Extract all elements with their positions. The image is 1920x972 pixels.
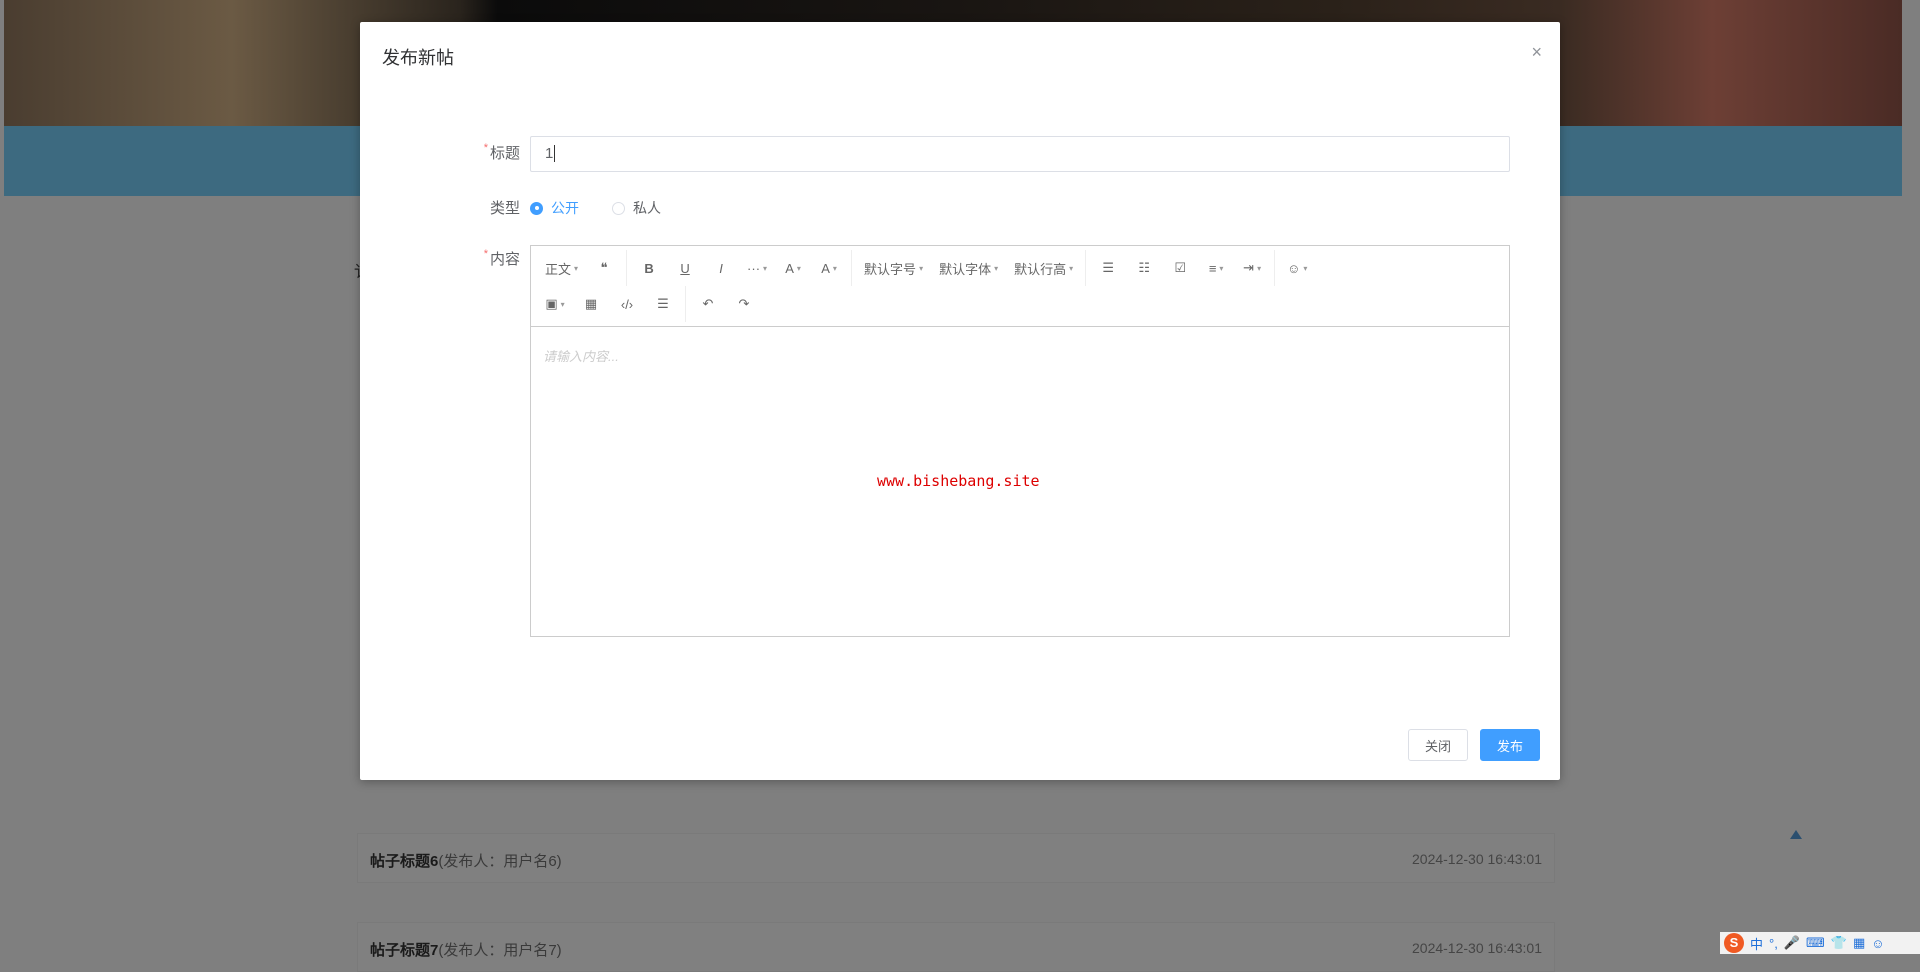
toolbar-label: ··· [747, 260, 761, 276]
numbered-list-icon[interactable]: ☷ [1126, 250, 1162, 286]
post-author: (发布人：用户名7) [438, 942, 562, 959]
italic-icon[interactable]: I [703, 250, 739, 286]
avatar-icon[interactable]: ☺ [1871, 936, 1884, 951]
content-placeholder[interactable]: 请输入内容... [543, 346, 619, 365]
submit-button[interactable]: 发布 [1480, 729, 1540, 761]
caret-down-icon: ▾ [560, 299, 565, 309]
caret-down-icon: ▾ [1257, 263, 1262, 273]
toolbar-label: ▣ [545, 296, 558, 311]
toolbox-icon[interactable]: ▦ [1853, 935, 1865, 951]
caret-down-icon: ▾ [574, 263, 579, 273]
toolbar-label: I [719, 260, 723, 276]
toolbar-label: ❝ [600, 260, 608, 275]
toolbar-label: ⇥ [1243, 260, 1255, 275]
chinese-mode-icon[interactable]: 中 [1750, 934, 1763, 953]
post-title: 帖子标题7 [370, 942, 439, 959]
font-color-icon[interactable]: A ▾ [775, 250, 811, 286]
post-list-item[interactable]: 帖子标题7(发布人：用户名7) 2024-12-30 16:43:01 [357, 922, 1555, 972]
align-icon[interactable]: ≡ ▾ [1198, 250, 1234, 286]
caret-down-icon: ▾ [919, 263, 924, 273]
skin-icon[interactable]: 👕 [1831, 935, 1847, 951]
toolbar-label: A [821, 260, 830, 276]
toolbar-label: ‹/› [620, 296, 634, 312]
toolbar-label: ↷ [738, 296, 750, 311]
toolbar-label: B [644, 260, 654, 276]
sogou-logo-icon[interactable]: S [1724, 933, 1744, 953]
redo-icon[interactable]: ↷ [726, 286, 762, 322]
new-post-dialog: 发布新帖 × * 标题 1 类型 公开 私人 * 内容 正文 ▾ ❝ B U I ··· ▾ A ▾ A… [360, 22, 1560, 780]
more-icon[interactable]: ··· ▾ [739, 250, 775, 286]
toolbar-label: ↶ [702, 296, 714, 311]
table-icon[interactable]: ▦ [573, 286, 609, 322]
toolbar-10-button[interactable]: 默认行高 ▾ [1006, 250, 1081, 286]
indent-icon[interactable]: ⇥ ▾ [1234, 250, 1270, 286]
title-input[interactable]: 1 [530, 136, 1510, 172]
heading-button[interactable]: 正文 ▾ [537, 250, 586, 286]
post-author: (发布人：用户名6) [438, 853, 562, 870]
content-label: * 内容 [483, 248, 520, 268]
toolbar-divider [851, 250, 853, 286]
emoji-icon[interactable]: ☺ ▾ [1279, 250, 1315, 286]
ime-toolbar: S 中 °, 🎤 ⌨ 👕 ▦ ☺ [1720, 932, 1920, 954]
toolbar-divider [685, 286, 686, 322]
toolbar-label: 正文 [545, 261, 572, 277]
toolbar-label: 默认字号 [864, 261, 917, 277]
bg-color-icon[interactable]: A ▾ [811, 250, 847, 286]
toolbar-label: 默认字体 [939, 261, 992, 277]
post-date: 2024-12-30 16:43:01 [1412, 851, 1542, 867]
toolbar-label: ☺ [1287, 260, 1301, 276]
toolbar-label: ☰ [657, 296, 669, 311]
caret-down-icon: ▾ [763, 263, 768, 273]
toolbar-label: U [680, 260, 690, 276]
image-icon[interactable]: ▣ ▾ [537, 286, 573, 322]
caret-down-icon: ▾ [1069, 263, 1074, 273]
toolbar-divider [1085, 250, 1087, 286]
editor-toolbar: 正文 ▾ ❝ B U I ··· ▾ A ▾ A ▾ 默认字号 ▾ 默认字体 ▾ 默认行高 ▾ ☰ ☷ ☑ ≡ ▾ ⇥ ▾ ☺ ▾ ▣… [531, 246, 1509, 327]
toolbar-label: ≡ [1208, 260, 1217, 276]
dialog-title: 发布新帖 [382, 48, 454, 68]
watermark: www.bishebang.site [877, 472, 1040, 490]
rich-text-editor: 正文 ▾ ❝ B U I ··· ▾ A ▾ A ▾ 默认字号 ▾ 默认字体 ▾ 默认行高 ▾ ☰ ☷ ☑ ≡ ▾ ⇥ ▾ ☺ ▾ ▣… [530, 245, 1510, 637]
undo-icon[interactable]: ↶ [690, 286, 726, 322]
bullet-list-icon[interactable]: ☰ [1090, 250, 1126, 286]
back-to-top-icon[interactable] [1790, 830, 1802, 839]
punctuation-icon[interactable]: °, [1769, 936, 1778, 951]
radio-private[interactable]: 私人 [612, 198, 661, 218]
toolbar-label: ▦ [584, 296, 598, 311]
toolbar-label: ☷ [1138, 260, 1150, 275]
post-title: 帖子标题6 [370, 853, 439, 870]
underline-icon[interactable]: U [667, 250, 703, 286]
toolbar-divider [626, 250, 628, 286]
quote-icon[interactable]: ❝ [586, 250, 622, 286]
toolbar-label: ☰ [1102, 260, 1114, 275]
bold-icon[interactable]: B [631, 250, 667, 286]
toolbar-divider [1274, 250, 1276, 286]
caret-down-icon: ▾ [832, 263, 837, 273]
todo-icon[interactable]: ☑ [1162, 250, 1198, 286]
caret-down-icon: ▾ [1219, 263, 1224, 273]
close-button[interactable]: 关闭 [1408, 729, 1468, 761]
code-icon[interactable]: ‹/› [609, 286, 645, 322]
type-label: 类型 [489, 200, 520, 217]
divider-icon[interactable]: ☰ [645, 286, 681, 322]
toolbar-label: 默认行高 [1014, 261, 1067, 277]
keyboard-icon[interactable]: ⌨ [1806, 935, 1825, 951]
radio-public[interactable]: 公开 [530, 198, 579, 218]
caret-down-icon: ▾ [796, 263, 801, 273]
caret-down-icon: ▾ [994, 263, 999, 273]
caret-down-icon: ▾ [1303, 263, 1308, 273]
toolbar-label: A [785, 260, 794, 276]
toolbar-9-button[interactable]: 默认字体 ▾ [931, 250, 1006, 286]
title-label: * 标题 [483, 142, 520, 162]
close-icon[interactable]: × [1531, 42, 1542, 63]
toolbar-label: ☑ [1174, 260, 1186, 275]
microphone-icon[interactable]: 🎤 [1784, 935, 1800, 951]
toolbar-8-button[interactable]: 默认字号 ▾ [856, 250, 931, 286]
post-list-item[interactable]: 帖子标题6(发布人：用户名6) 2024-12-30 16:43:01 [357, 833, 1555, 883]
